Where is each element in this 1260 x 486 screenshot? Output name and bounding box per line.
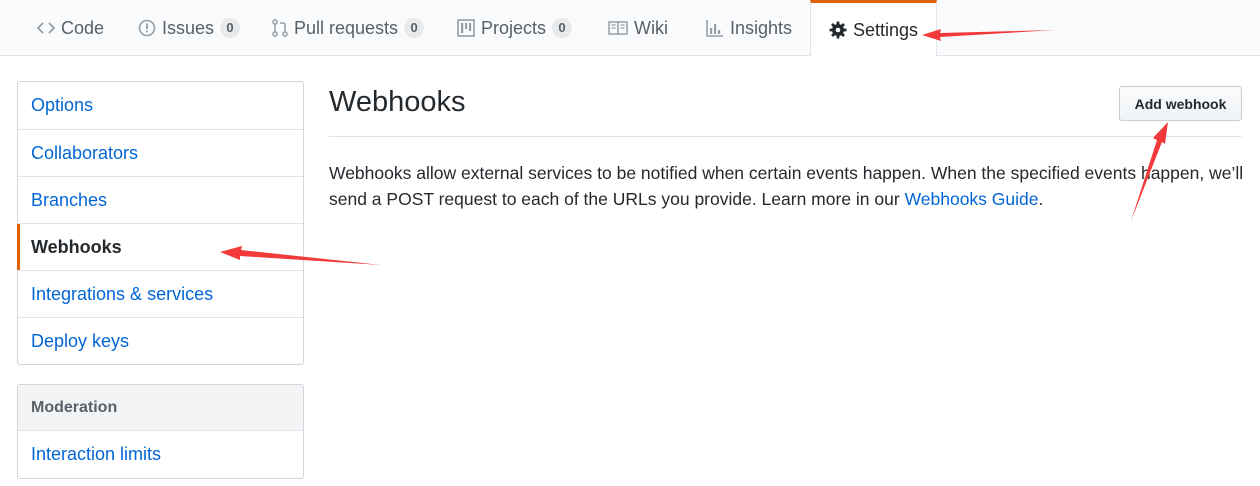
menu-item-integrations-services[interactable]: Integrations & services [18,270,303,317]
tab-code[interactable]: Code [37,0,104,56]
tab-wiki[interactable]: Wiki [608,0,668,56]
tab-insights[interactable]: Insights [706,0,792,56]
issues-counter: 0 [220,18,241,38]
tab-settings[interactable]: Settings [810,0,938,57]
code-icon [37,21,55,35]
projects-counter: 0 [552,18,573,38]
page-title: Webhooks [329,86,466,118]
menu-item-collaborators[interactable]: Collaborators [18,129,303,176]
menu-item-interaction-limits-label: Interaction limits [31,444,162,464]
webhooks-guide-link[interactable]: Webhooks Guide [905,189,1039,209]
repo-nav-tabs: Code Issues 0 Pull requests 0 Projects 0… [0,0,1260,57]
project-icon [457,19,475,37]
menu-item-webhooks-label: Webhooks [31,236,122,257]
menu-item-collaborators-label: Collaborators [31,142,139,163]
tab-projects-label: Projects [481,17,547,38]
menu-item-branches-label: Branches [31,189,108,210]
menu-item-webhooks[interactable]: Webhooks [17,223,303,270]
graph-icon [706,19,724,37]
menu-item-integrations-services-label: Integrations & services [31,283,214,304]
tab-pull-requests[interactable]: Pull requests 0 [272,0,425,56]
pull-requests-counter: 0 [404,18,425,38]
moderation-heading: Moderation [18,385,303,431]
subhead-divider [329,136,1242,137]
description-text: Webhooks allow external services to be n… [329,163,1244,209]
menu-item-branches[interactable]: Branches [18,176,303,223]
tab-issues[interactable]: Issues 0 [138,0,241,56]
menu-item-deploy-keys[interactable]: Deploy keys [18,317,303,364]
webhooks-description: Webhooks allow external services to be n… [329,160,1254,212]
tab-projects[interactable]: Projects 0 [457,0,573,56]
gear-icon [829,21,847,39]
book-icon [608,20,628,36]
tab-settings-label: Settings [853,19,919,40]
menu-item-interaction-limits[interactable]: Interaction limits [18,431,303,478]
issue-icon [138,19,156,37]
tab-pull-requests-label: Pull requests [294,17,399,38]
tab-issues-label: Issues [162,17,215,38]
menu-item-options-label: Options [31,95,94,115]
menu-item-options[interactable]: Options [18,82,303,129]
git-pull-request-icon [272,19,288,37]
add-webhook-button[interactable]: Add webhook [1119,86,1242,121]
moderation-menu: Moderation Interaction limits [17,384,304,479]
tab-code-label: Code [61,17,105,38]
tab-insights-label: Insights [730,17,793,38]
menu-item-deploy-keys-label: Deploy keys [31,330,130,351]
description-end: . [1038,189,1044,209]
settings-menu: Options Collaborators Branches Webhooks … [17,81,304,365]
tab-wiki-label: Wiki [634,17,668,38]
